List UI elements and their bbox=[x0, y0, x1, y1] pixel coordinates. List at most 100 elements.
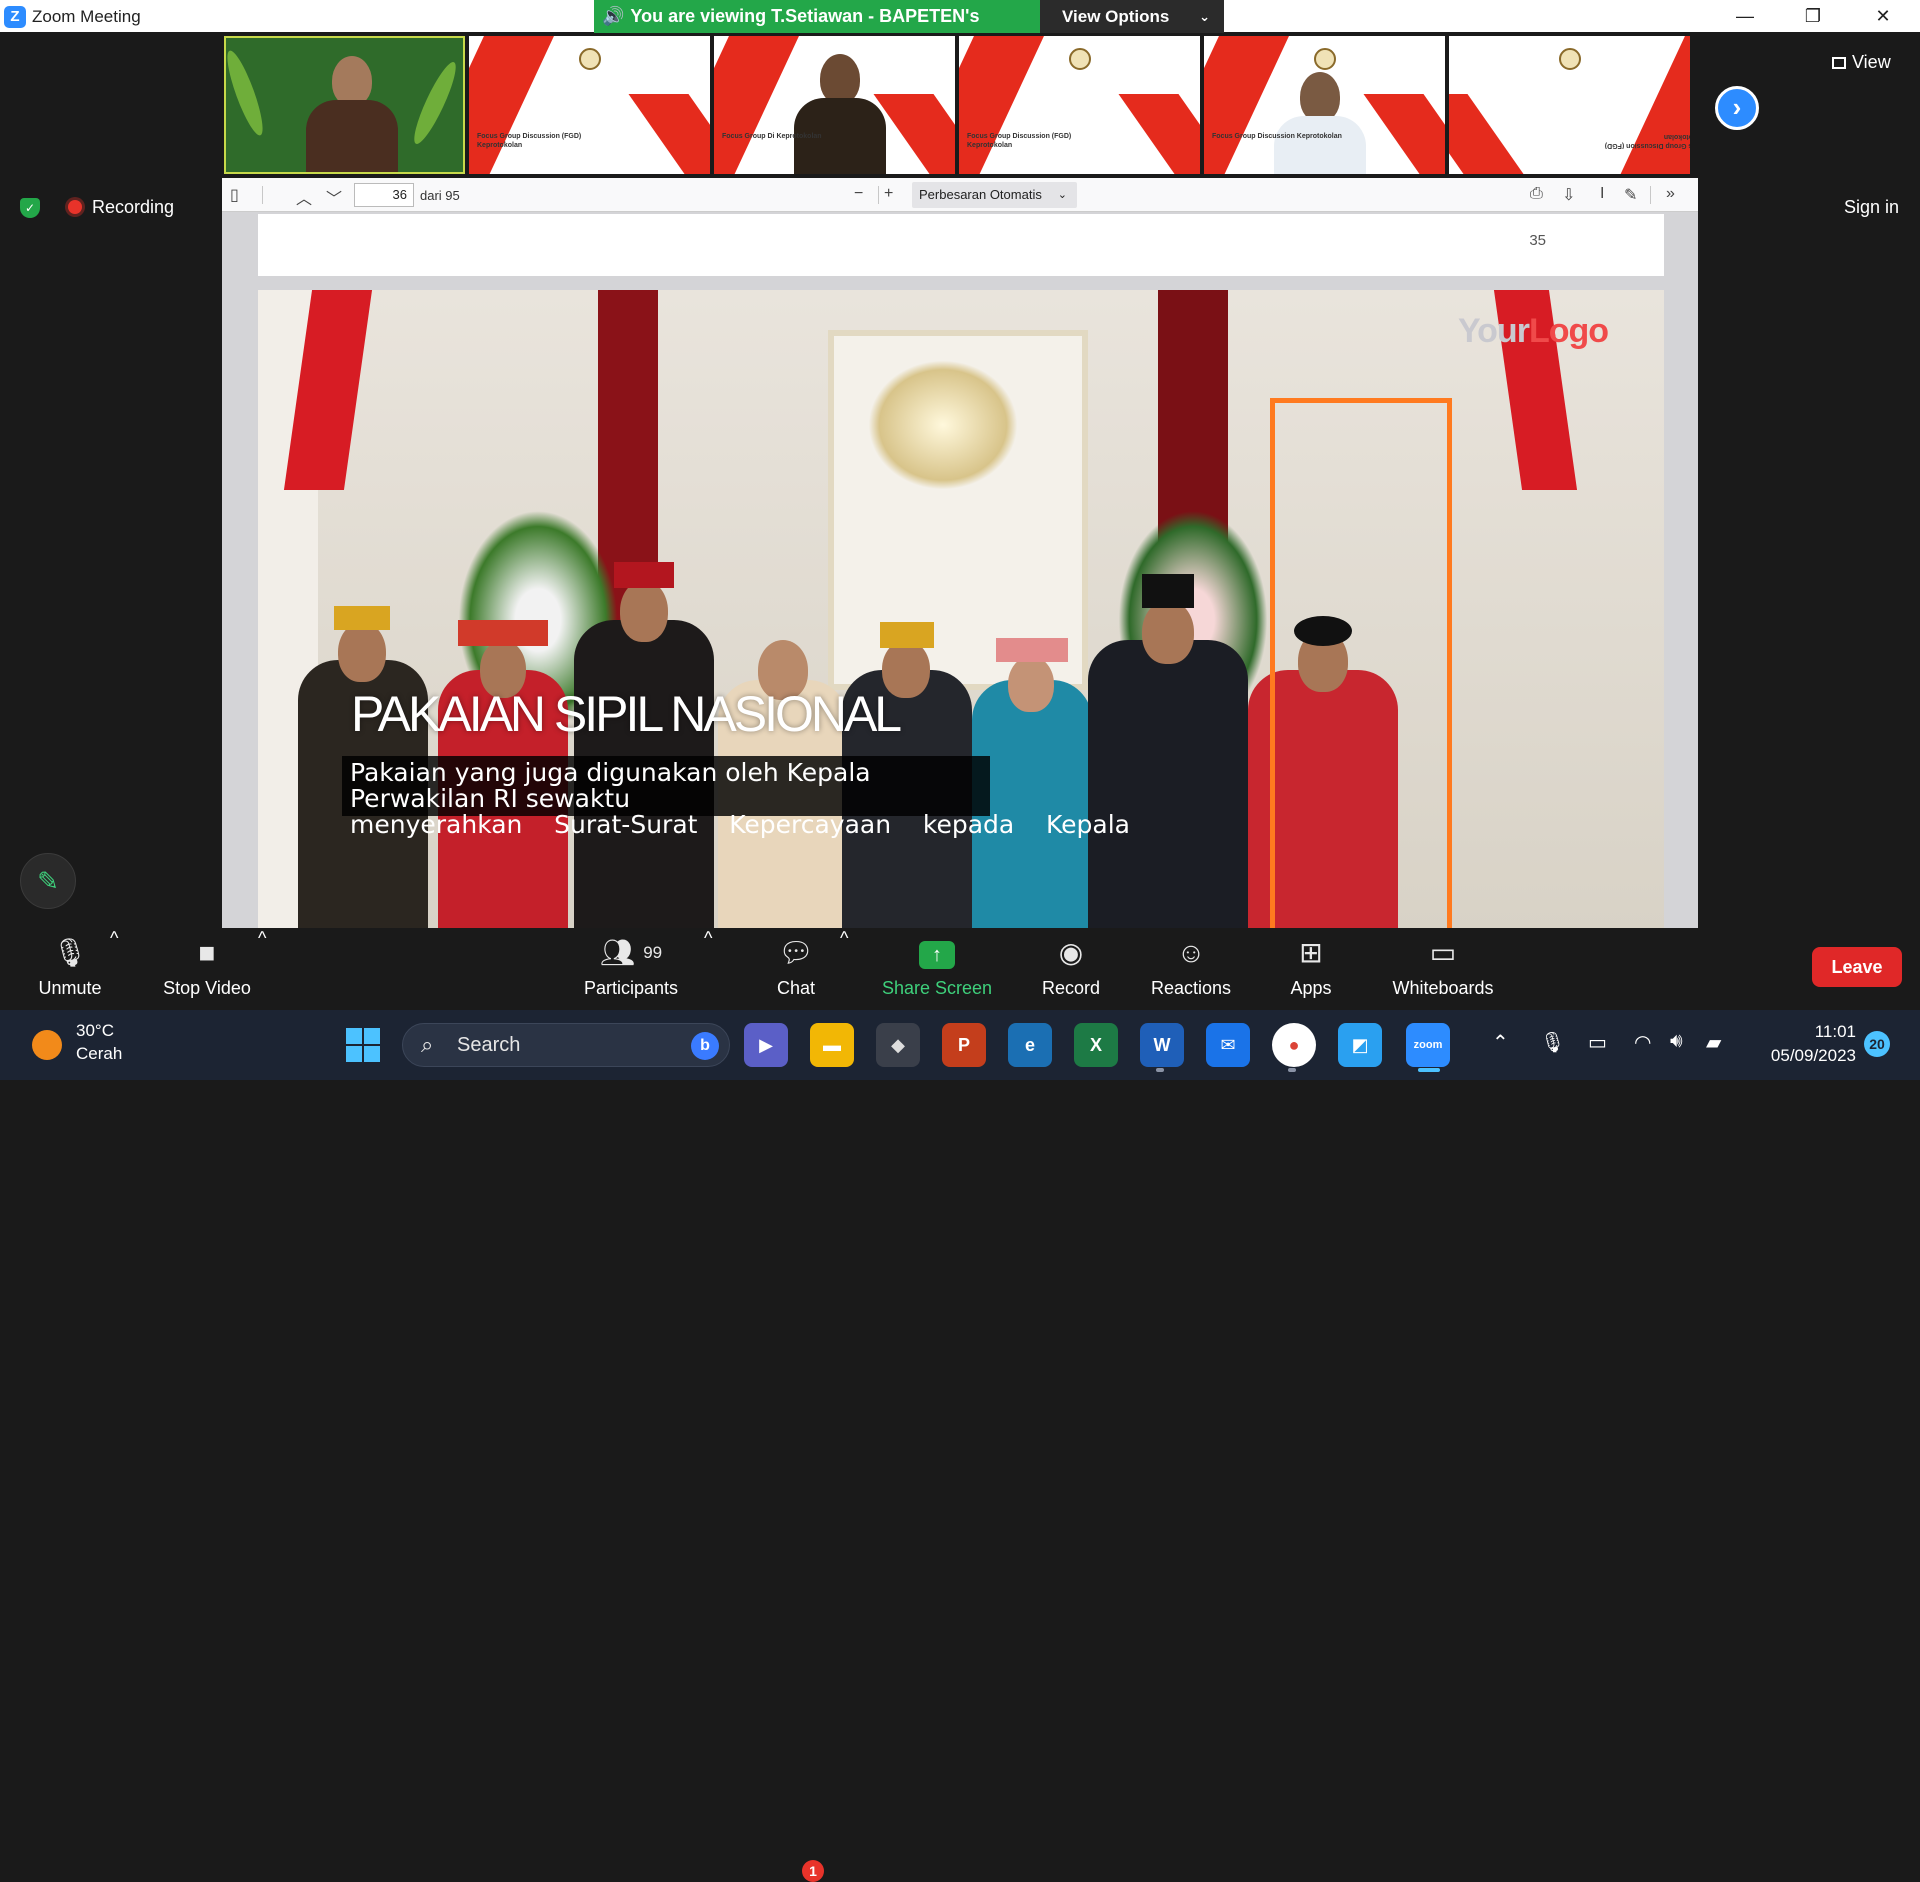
slide-accent bbox=[628, 94, 710, 174]
page-number-input[interactable]: 36 bbox=[354, 183, 414, 207]
chrome-icon[interactable]: ● bbox=[1272, 1023, 1316, 1067]
record-button[interactable]: ◉ Record bbox=[1030, 928, 1112, 1010]
zoom-taskbar-icon[interactable]: zoom bbox=[1406, 1023, 1450, 1067]
participants-button[interactable]: 👥︎ 99 Participants bbox=[574, 928, 688, 1010]
video-thumbnail[interactable]: Focus Group Discussion (FGD) Keprotokola… bbox=[959, 36, 1200, 174]
excel-icon[interactable]: X bbox=[1074, 1023, 1118, 1067]
text-cursor-icon[interactable]: I bbox=[1600, 185, 1604, 203]
view-label: View bbox=[1852, 52, 1891, 72]
video-options-caret-icon[interactable]: ^ bbox=[258, 928, 266, 949]
zoom-in-icon[interactable]: + bbox=[884, 185, 893, 203]
participant-figure bbox=[306, 50, 398, 172]
whiteboards-button[interactable]: ▭ Whiteboards bbox=[1388, 928, 1498, 1010]
unmute-button[interactable]: 🎙︎ Unmute bbox=[22, 928, 118, 1010]
smiley-icon: ☺ bbox=[1176, 937, 1206, 968]
reactions-label: Reactions bbox=[1150, 978, 1232, 998]
zoom-out-icon[interactable]: − bbox=[854, 185, 863, 203]
next-page-icon[interactable]: ﹀ bbox=[326, 185, 342, 209]
stop-video-button[interactable]: ■ Stop Video bbox=[150, 928, 264, 1010]
word-icon[interactable]: W bbox=[1140, 1023, 1184, 1067]
toolbar-separator bbox=[1650, 186, 1651, 204]
apps-button[interactable]: ⊞ Apps bbox=[1282, 928, 1340, 1010]
mail-icon[interactable]: ✉ bbox=[1206, 1023, 1250, 1067]
taskbar-search-box[interactable]: ⌕ Search b bbox=[402, 1023, 730, 1067]
video-thumbnail[interactable] bbox=[224, 36, 465, 174]
restore-button[interactable]: ❐ bbox=[1780, 0, 1846, 32]
zoom-select[interactable]: Perbesaran Otomatis ⌄ bbox=[912, 182, 1077, 208]
security-shield-icon[interactable]: ✓ bbox=[20, 198, 40, 218]
weather-temperature[interactable]: 30°C bbox=[76, 1021, 114, 1041]
wifi-icon[interactable]: ◠ bbox=[1634, 1030, 1651, 1055]
windows-start-icon[interactable] bbox=[346, 1028, 380, 1062]
next-page-arrow-icon[interactable]: › bbox=[1715, 86, 1759, 130]
sign-in-link[interactable]: Sign in bbox=[1844, 197, 1899, 218]
previous-page-icon[interactable]: ︿ bbox=[296, 185, 312, 209]
video-camera-icon: ■ bbox=[198, 937, 216, 968]
search-placeholder: Search bbox=[457, 1034, 521, 1056]
view-options-button[interactable]: View Options ⌄ bbox=[1040, 0, 1224, 33]
more-tools-icon[interactable]: » bbox=[1666, 185, 1675, 203]
chat-button[interactable]: 💬︎ Chat bbox=[762, 928, 830, 1010]
print-icon[interactable]: ⎙ bbox=[1530, 185, 1543, 203]
sidebar-toggle-icon[interactable]: ▯ bbox=[230, 185, 239, 205]
viewing-screen-banner: 🔊 You are viewing T.Setiawan - BAPETEN's … bbox=[594, 0, 1040, 59]
teams-icon[interactable]: ▶ bbox=[744, 1023, 788, 1067]
file-explorer-icon[interactable]: ▬ bbox=[810, 1023, 854, 1067]
volume-icon[interactable]: 🔊︎ bbox=[1670, 1030, 1683, 1053]
draw-icon[interactable]: ✎ bbox=[1624, 185, 1637, 205]
view-button[interactable]: View bbox=[1832, 52, 1891, 73]
apps-icon: ⊞ bbox=[1299, 937, 1323, 968]
save-icon[interactable]: ⇩ bbox=[1562, 185, 1575, 205]
apps-label: Apps bbox=[1290, 978, 1332, 998]
slide-title: PAKAIAN SIPIL NASIONAL bbox=[351, 686, 902, 742]
record-label: Record bbox=[1041, 978, 1101, 998]
share-screen-button[interactable]: ↑ Share Screen bbox=[878, 928, 996, 1010]
participants-icon: 👥︎ 99 bbox=[599, 937, 663, 968]
slide-accent bbox=[1363, 94, 1445, 174]
notification-count-badge[interactable]: 20 bbox=[1864, 1031, 1890, 1057]
powerpoint-icon[interactable]: P bbox=[942, 1023, 986, 1067]
video-thumbnail[interactable]: Focus Group Discussion (FGD) Keprotokola… bbox=[469, 36, 710, 174]
record-icon: ◉ bbox=[1058, 937, 1084, 968]
leave-button[interactable]: Leave bbox=[1812, 947, 1902, 987]
leaf-shape bbox=[407, 58, 463, 148]
video-thumbnail[interactable]: Focus Group Di Keprotokolan bbox=[714, 36, 955, 174]
close-button[interactable]: ✕ bbox=[1850, 0, 1916, 32]
garuda-seal-icon bbox=[1069, 48, 1091, 70]
microphone-icon[interactable]: 🎙︎ bbox=[1540, 1030, 1565, 1055]
record-dot-icon bbox=[68, 200, 82, 214]
annotate-pencil-icon[interactable]: ✎ bbox=[20, 853, 76, 909]
show-hidden-icons-icon[interactable]: ⌃ bbox=[1492, 1030, 1509, 1055]
recording-indicator[interactable]: Recording bbox=[68, 197, 174, 218]
bing-icon[interactable]: b bbox=[691, 1032, 719, 1060]
whiteboards-label: Whiteboards bbox=[1392, 978, 1494, 998]
taskbar-indicator bbox=[1288, 1068, 1296, 1072]
person-body bbox=[972, 680, 1092, 928]
photos-icon[interactable]: ◩ bbox=[1338, 1023, 1382, 1067]
chevron-down-icon: ⌄ bbox=[1057, 189, 1067, 201]
slide-accent bbox=[1615, 36, 1690, 174]
weather-sun-icon[interactable] bbox=[32, 1030, 62, 1060]
notepad-icon[interactable]: ◆ bbox=[876, 1023, 920, 1067]
person-head bbox=[1008, 656, 1054, 712]
unmute-label: Unmute bbox=[38, 978, 102, 998]
edge-icon[interactable]: e bbox=[1008, 1023, 1052, 1067]
zoom-app-icon: Z bbox=[4, 6, 26, 28]
pdf-page-previous: 35 bbox=[258, 214, 1664, 276]
participant-head bbox=[820, 54, 860, 104]
share-screen-label: Share Screen bbox=[881, 978, 993, 998]
thumbnail-caption: Focus Group Discussion (FGD) Keprotokola… bbox=[1604, 133, 1690, 149]
taskbar-clock[interactable]: 11:01 05/09/2023 bbox=[1756, 1020, 1856, 1068]
chat-caret-icon[interactable]: ^ bbox=[840, 928, 848, 949]
display-icon[interactable]: ▭ bbox=[1588, 1030, 1607, 1055]
minimize-button[interactable]: — bbox=[1712, 0, 1778, 32]
person-head bbox=[338, 622, 386, 682]
weather-condition[interactable]: Cerah bbox=[76, 1044, 122, 1064]
reactions-button[interactable]: ☺ Reactions bbox=[1144, 928, 1238, 1010]
audio-options-caret-icon[interactable]: ^ bbox=[110, 928, 118, 949]
video-thumbnail[interactable]: Focus Group Discussion Keprotokolan bbox=[1204, 36, 1445, 174]
battery-icon[interactable]: ▰ bbox=[1706, 1030, 1721, 1055]
participants-caret-icon[interactable]: ^ bbox=[704, 928, 712, 949]
video-thumbnail[interactable]: Focus Group Discussion (FGD) Keprotokola… bbox=[1449, 36, 1690, 174]
logo-part-logo: Logo bbox=[1528, 312, 1609, 350]
